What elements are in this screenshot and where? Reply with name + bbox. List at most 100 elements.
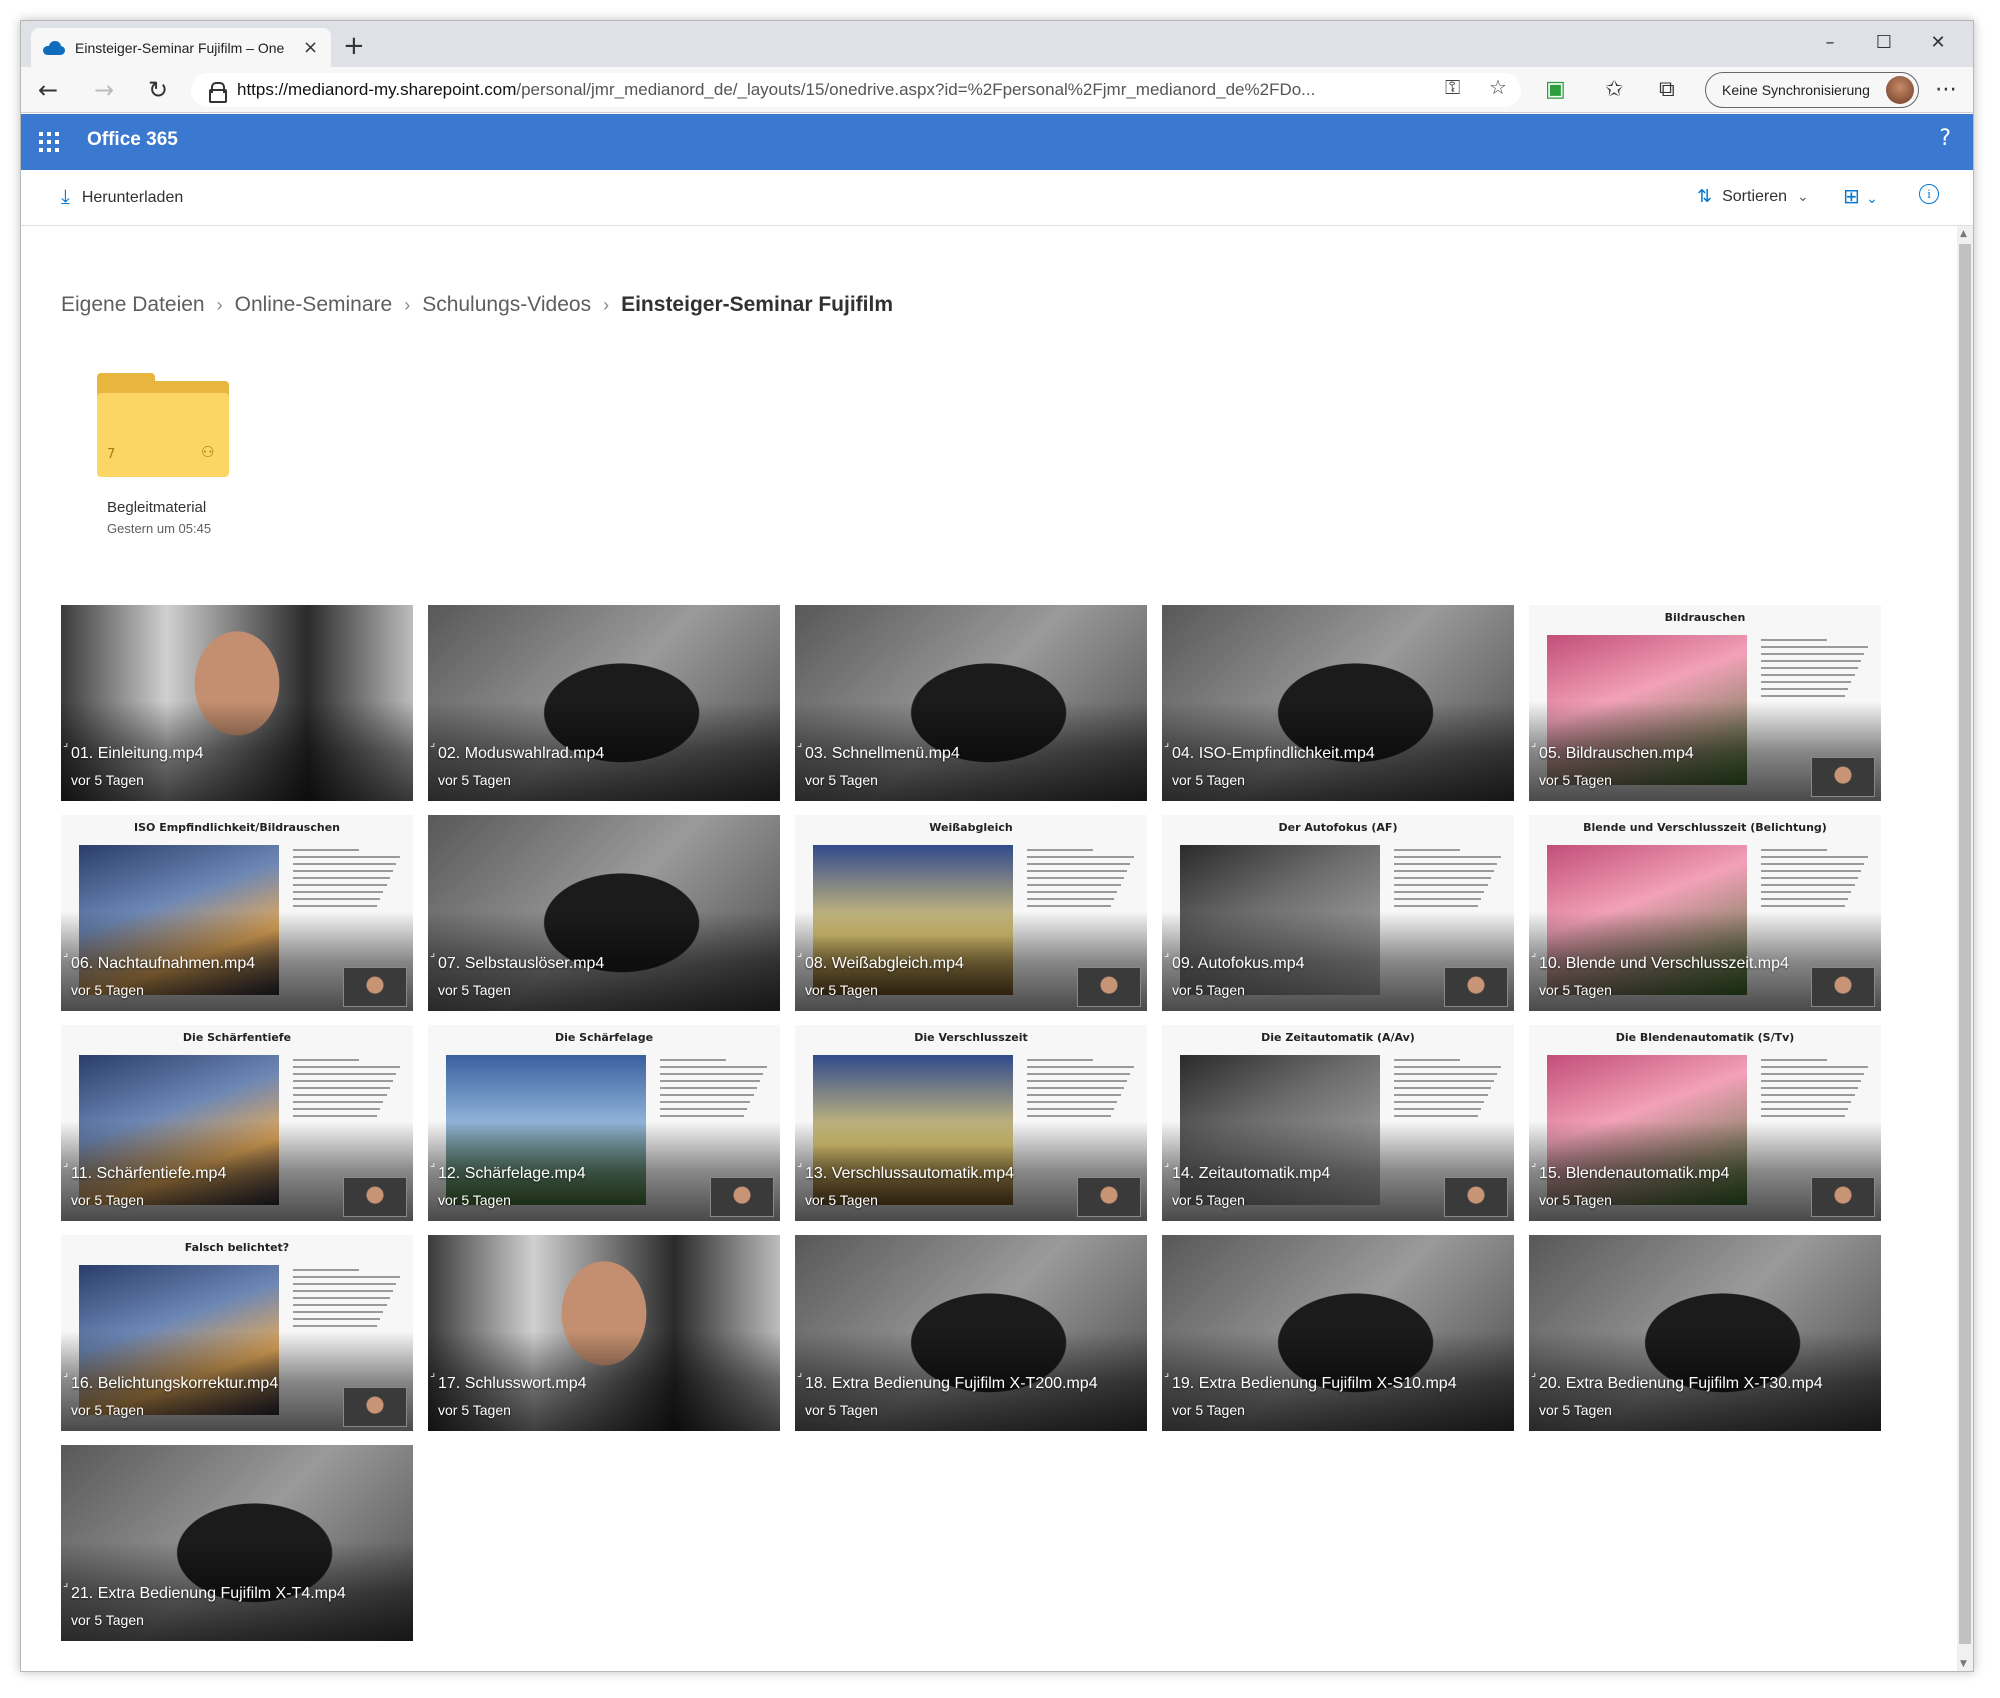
view-switcher-icon[interactable]: ⊞ ⌄	[1843, 184, 1878, 208]
chevron-down-icon: ⌄	[1797, 188, 1809, 204]
video-date: vor 5 Tagen	[438, 1402, 511, 1418]
video-tile[interactable]: ⌟ 20. Extra Bedienung Fujifilm X-T30.mp4 v…	[1529, 1235, 1881, 1431]
video-tile[interactable]: Blende und Verschlusszeit (Belichtung) ⌟ 1…	[1529, 815, 1881, 1011]
slide-text-lines	[293, 1059, 403, 1122]
address-bar[interactable]: https://medianord-my.sharepoint.com/pers…	[191, 73, 1521, 107]
favorite-star-icon[interactable]: ☆	[1489, 75, 1507, 99]
new-item-icon: ⌟	[1531, 736, 1537, 749]
video-name: 02. Moduswahlrad.mp4	[438, 745, 605, 762]
video-tile[interactable]: ⌟ 02. Moduswahlrad.mp4 vor 5 Tagen	[428, 605, 780, 801]
video-date: vor 5 Tagen	[805, 772, 878, 788]
video-tile[interactable]: Der Autofokus (AF) ⌟ 09. Autofokus.mp4 vor …	[1162, 815, 1514, 1011]
video-name: 15. Blendenautomatik.mp4	[1539, 1165, 1730, 1182]
presenter-pip	[1811, 967, 1875, 1007]
office-header: Office 365 ?	[21, 114, 1973, 170]
video-tile[interactable]: ⌟ 03. Schnellmenü.mp4 vor 5 Tagen	[795, 605, 1147, 801]
onedrive-cloud-icon	[43, 40, 65, 55]
video-tile[interactable]: Die Schärfentiefe ⌟ 11. Schärfentiefe.mp4 v…	[61, 1025, 413, 1221]
video-tile[interactable]: Falsch belichtet? ⌟ 16. Belichtungskorrekt…	[61, 1235, 413, 1431]
video-tile[interactable]: ⌟ 21. Extra Bedienung Fujifilm X-T4.mp4 vo…	[61, 1445, 413, 1641]
video-tile[interactable]: ⌟ 01. Einleitung.mp4 vor 5 Tagen	[61, 605, 413, 801]
slide-text-lines	[1027, 849, 1137, 912]
presenter-pip	[710, 1177, 774, 1217]
video-date: vor 5 Tagen	[438, 982, 511, 998]
scrollbar-thumb[interactable]	[1959, 244, 1971, 1644]
video-tile[interactable]: Die Verschlusszeit ⌟ 13. Verschlussautomat…	[795, 1025, 1147, 1221]
app-launcher-icon[interactable]	[39, 132, 59, 152]
download-button[interactable]: ⤓ Herunterladen	[61, 186, 183, 209]
presenter-pip	[343, 1387, 407, 1427]
tab-strip: Einsteiger-Seminar Fujifilm – One × + – …	[21, 21, 1973, 67]
office-title[interactable]: Office 365	[87, 129, 178, 151]
video-tile[interactable]: ISO Empfindlichkeit/Bildrauschen ⌟ 06. Nac…	[61, 815, 413, 1011]
breadcrumb-item[interactable]: Online-Seminare	[235, 293, 393, 317]
video-date: vor 5 Tagen	[71, 1612, 144, 1628]
video-tile[interactable]: Weißabgleich ⌟ 08. Weißabgleich.mp4 vor 5 T…	[795, 815, 1147, 1011]
more-menu-icon[interactable]: ⋯	[1935, 77, 1957, 102]
video-name: 14. Zeitautomatik.mp4	[1172, 1165, 1331, 1182]
video-tile[interactable]: ⌟ 18. Extra Bedienung Fujifilm X-T200.mp4…	[795, 1235, 1147, 1431]
breadcrumb-current: Einsteiger-Seminar Fujifilm	[621, 293, 893, 316]
new-item-icon: ⌟	[1531, 946, 1537, 959]
folder-item-count: 7	[107, 447, 116, 462]
video-name: 05. Bildrauschen.mp4	[1539, 745, 1694, 762]
sort-label: Sortieren	[1722, 187, 1788, 205]
shared-people-icon: ⚇	[201, 443, 215, 461]
video-date: vor 5 Tagen	[1539, 982, 1612, 998]
sort-icon: ⇅	[1697, 186, 1713, 206]
video-name: 19. Extra Bedienung Fujifilm X-S10.mp4	[1172, 1375, 1457, 1392]
slide-text-lines	[1027, 1059, 1137, 1122]
sort-button[interactable]: ⇅ Sortieren ⌄	[1697, 186, 1809, 207]
scroll-down-icon[interactable]: ▼	[1960, 1659, 1967, 1669]
video-date: vor 5 Tagen	[1539, 1402, 1612, 1418]
slide-text-lines	[1394, 849, 1504, 912]
presenter-pip	[343, 967, 407, 1007]
vertical-scrollbar[interactable]: ▲ ▼	[1957, 226, 1973, 1671]
info-icon[interactable]: i	[1919, 184, 1939, 204]
sync-profile-button[interactable]: Keine Synchronisierung	[1705, 72, 1919, 108]
slide-title: Die Blendenautomatik (S/Tv)	[1615, 1031, 1795, 1044]
chevron-right-icon: ›	[404, 294, 411, 315]
new-item-icon: ⌟	[1531, 1366, 1537, 1379]
presenter-pip	[1444, 967, 1508, 1007]
video-name: 17. Schlusswort.mp4	[438, 1375, 587, 1392]
collections-icon[interactable]: ⧉	[1659, 77, 1675, 102]
close-window-button[interactable]: ✕	[1913, 27, 1963, 57]
maximize-button[interactable]: ☐	[1859, 27, 1909, 57]
slide-text-lines	[1761, 1059, 1871, 1122]
video-tile[interactable]: Bildrauschen ⌟ 05. Bildrauschen.mp4 vor 5 T…	[1529, 605, 1881, 801]
new-tab-button[interactable]: +	[343, 31, 365, 61]
help-icon[interactable]: ?	[1939, 126, 1951, 151]
key-icon[interactable]: ⚿	[1445, 75, 1460, 99]
minimize-button[interactable]: –	[1805, 27, 1855, 57]
lock-icon	[209, 82, 227, 103]
back-arrow-icon[interactable]: ←	[33, 75, 63, 105]
video-date: vor 5 Tagen	[805, 982, 878, 998]
video-tile[interactable]: ⌟ 17. Schlusswort.mp4 vor 5 Tagen	[428, 1235, 780, 1431]
video-name: 12. Schärfelage.mp4	[438, 1165, 586, 1182]
favorites-list-icon[interactable]: ✩	[1605, 77, 1623, 102]
reload-icon[interactable]: ↻	[143, 75, 173, 105]
video-tile[interactable]: Die Zeitautomatik (A/Av) ⌟ 14. Zeitautomat…	[1162, 1025, 1514, 1221]
video-date: vor 5 Tagen	[438, 1192, 511, 1208]
video-tile[interactable]: ⌟ 04. ISO-Empfindlichkeit.mp4 vor 5 Tagen	[1162, 605, 1514, 801]
breadcrumb-item[interactable]: Schulungs-Videos	[422, 293, 591, 317]
new-item-icon: ⌟	[797, 1366, 803, 1379]
video-name: 20. Extra Bedienung Fujifilm X-T30.mp4	[1539, 1375, 1823, 1392]
new-item-icon: ⌟	[797, 736, 803, 749]
video-date: vor 5 Tagen	[1172, 1192, 1245, 1208]
video-name: 04. ISO-Empfindlichkeit.mp4	[1172, 745, 1375, 762]
video-tile[interactable]: Die Schärfelage ⌟ 12. Schärfelage.mp4 vor 5…	[428, 1025, 780, 1221]
slide-title: Bildrauschen	[1664, 611, 1746, 624]
breadcrumb-item[interactable]: Eigene Dateien	[61, 293, 205, 317]
extension-icon[interactable]: ▣	[1545, 77, 1566, 102]
forward-arrow-icon[interactable]: →	[89, 75, 119, 105]
scroll-up-icon[interactable]: ▲	[1960, 229, 1967, 239]
folder-icon: 7 ⚇	[97, 373, 229, 477]
browser-tab[interactable]: Einsteiger-Seminar Fujifilm – One ×	[31, 28, 331, 67]
video-tile[interactable]: ⌟ 19. Extra Bedienung Fujifilm X-S10.mp4 v…	[1162, 1235, 1514, 1431]
video-tile[interactable]: Die Blendenautomatik (S/Tv) ⌟ 15. Blendena…	[1529, 1025, 1881, 1221]
video-tile[interactable]: ⌟ 07. Selbstauslöser.mp4 vor 5 Tagen	[428, 815, 780, 1011]
tab-close-icon[interactable]: ×	[303, 37, 318, 58]
address-row: ← → ↻ https://medianord-my.sharepoint.co…	[21, 67, 1973, 113]
